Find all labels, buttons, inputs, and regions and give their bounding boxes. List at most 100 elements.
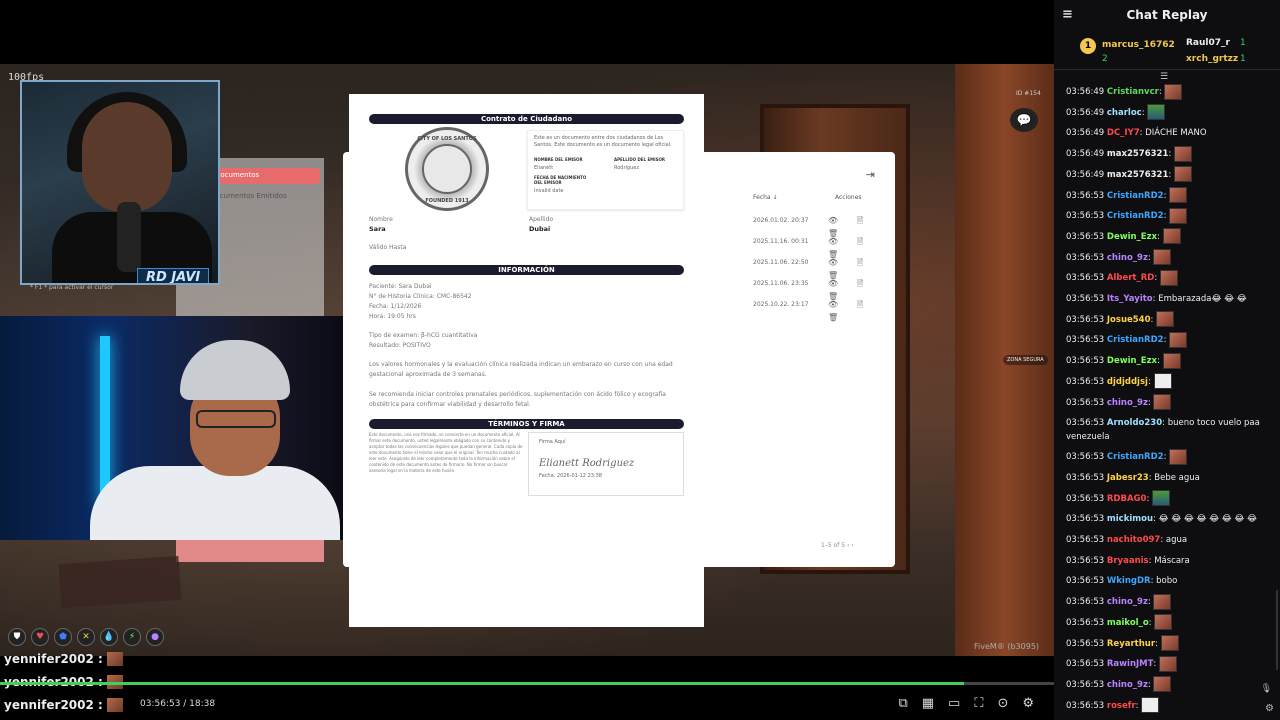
message-username[interactable]: maikol_o — [1107, 618, 1149, 628]
player-id-hud: ID #154 — [1016, 90, 1041, 97]
chapters-icon[interactable]: ⊙ — [997, 696, 1008, 711]
chat-message: 03:56:53 Dewin_Ezx: — [1054, 227, 1280, 248]
fullscreen-icon[interactable]: ⛶ — [974, 696, 983, 711]
emote-icon — [1153, 394, 1172, 411]
message-username[interactable]: Bryaanis — [1107, 556, 1149, 566]
video-progress-bar[interactable] — [0, 682, 1054, 685]
table-row[interactable]: 2026.01.02. 20:37 👁 🗎 🗑 — [751, 212, 881, 238]
message-username[interactable]: chino_9z — [1107, 398, 1148, 408]
message-username[interactable]: chino_9z — [1107, 680, 1148, 690]
clip-icon[interactable]: ▦ — [922, 696, 934, 711]
exam-info: Tipo de examen: β-hCG cuantitativa Resul… — [369, 331, 674, 351]
signature: Elianett Rodriguez — [539, 458, 635, 469]
leader-name[interactable]: marcus_16762 — [1102, 40, 1175, 50]
message-timestamp: 03:56:53 — [1066, 659, 1105, 670]
message-text: 😂 😂 😂 😂 😂 😂 😂 😂 — [1158, 514, 1257, 525]
chat-message: 03:56:53 rosefr: — [1054, 696, 1280, 717]
message-username[interactable]: max2576321 — [1107, 170, 1168, 180]
settings-gear-icon[interactable]: ⚙ — [1022, 696, 1034, 711]
message-username[interactable]: djdjddjsj — [1107, 377, 1148, 387]
emote-icon — [1156, 311, 1175, 328]
message-timestamp: 03:56:53 — [1066, 700, 1105, 711]
message-username[interactable]: nachito097 — [1107, 535, 1160, 545]
hunger-icon: ✕ — [77, 628, 95, 646]
chat-message: 03:56:53 Arnoldo230: bueno toco vuelo pa… — [1066, 418, 1260, 443]
signature-box[interactable]: Firma Aquí Elianett Rodriguez Fecha: 202… — [528, 432, 684, 496]
issuer-surname: Rodriguez — [614, 165, 639, 171]
name-label: Nombre — [369, 216, 393, 223]
message-username[interactable]: Dewin_Ezx — [1107, 232, 1157, 242]
message-username[interactable]: Arnoldo230 — [1107, 418, 1162, 428]
table-row[interactable]: 2025.10.22. 23:17 👁 🗎 🗑 — [751, 296, 881, 322]
message-timestamp: 03:56:53 — [1066, 335, 1105, 346]
message-timestamp: 03:56:53 — [1066, 514, 1105, 525]
message-username[interactable]: Josue540 — [1107, 315, 1151, 325]
message-username[interactable]: chino_9z — [1107, 253, 1148, 263]
led-strip — [100, 336, 110, 506]
message-username[interactable]: CristianRD2 — [1107, 452, 1164, 462]
mic-icon[interactable]: 🎙 — [1261, 684, 1272, 694]
thirst-icon: 💧 — [100, 628, 118, 646]
leader-name[interactable]: xrch_grtzz — [1186, 54, 1238, 64]
exam-line: Resultado: POSITIVO — [369, 342, 431, 349]
message-username[interactable]: CristianRD2 — [1107, 335, 1164, 345]
message-timestamp: 03:56:53 — [1066, 294, 1105, 305]
chat-message: 03:56:49 DC_IY7: DIÁCHE MANO — [1066, 128, 1207, 139]
message-timestamp: 03:56:53 — [1066, 273, 1105, 284]
message-username[interactable]: mickimou — [1107, 514, 1153, 524]
settings-icon[interactable]: ⚙ — [1265, 703, 1274, 714]
leader-name[interactable]: Raul07_r — [1186, 38, 1230, 48]
chat-message: 03:56:53 chino_9z: — [1054, 248, 1280, 269]
message-username[interactable]: RDBAG0 — [1107, 494, 1147, 504]
video-stage[interactable]: 100fps Documentos Documentos Emitidos RD… — [0, 0, 1054, 720]
message-username[interactable]: Jabesr23 — [1107, 473, 1149, 483]
emote-icon — [1153, 593, 1172, 610]
message-username[interactable]: chino_9z — [1107, 597, 1148, 607]
collapse-menu-icon[interactable]: ≡ — [1062, 0, 1073, 30]
col-header-date[interactable]: Fecha ↓ — [753, 194, 778, 201]
table-row[interactable]: 2025.11.06. 22:50 👁 🗎 🗑 — [751, 254, 881, 280]
chat-scrollbar[interactable] — [1276, 590, 1278, 670]
message-username[interactable]: RawinJMT — [1107, 659, 1154, 669]
message-username[interactable]: max2576321 — [1107, 149, 1168, 159]
message-username[interactable]: Cristianvcr — [1107, 87, 1159, 97]
issuer-name-label: NOMBRE DEL EMISOR — [534, 157, 583, 162]
seal-center — [422, 144, 472, 194]
filter-icon[interactable]: ☰ — [1160, 72, 1168, 82]
row-actions-icons[interactable]: 👁 🗎 🗑 — [828, 299, 881, 322]
message-username[interactable]: Albert_RD — [1107, 273, 1154, 283]
message-text: Bebe agua — [1154, 472, 1200, 483]
streamer-tag: RD JAVI — [137, 268, 210, 283]
message-username[interactable]: CristianRD2 — [1107, 211, 1164, 221]
city-seal-icon: CITY OF LOS SANTOS FOUNDED 1913 — [405, 127, 489, 211]
chat-bubble-icon[interactable]: 💬 — [1010, 108, 1038, 132]
message-username[interactable]: rosefr — [1107, 701, 1136, 711]
message-username[interactable]: Reyarthur — [1107, 639, 1155, 649]
message-timestamp: 03:56:49 — [1066, 169, 1105, 180]
chat-message: 03:56:53 RDBAG0: — [1054, 489, 1280, 510]
pagination[interactable]: 1–5 of 5 ‹ › — [821, 542, 854, 549]
emote-icon — [1153, 249, 1172, 266]
leader-count: 2 — [1102, 54, 1108, 64]
table-row[interactable]: 2025.11.06. 23:35 👁 🗎 🗑 — [751, 275, 881, 301]
chat-message: 03:56:53 Reyarthur: — [1054, 634, 1280, 655]
message-username[interactable]: Dewin_Ezx — [1107, 356, 1157, 366]
theater-icon[interactable]: ▭ — [948, 696, 960, 711]
issuer-birth-label: FECHA DE NACIMIENTO DEL EMISOR — [534, 175, 587, 185]
message-username[interactable]: charloc — [1107, 108, 1142, 118]
message-timestamp: 03:56:53 — [1066, 252, 1105, 263]
message-timestamp: 03:56:53 — [1066, 397, 1105, 408]
emote-icon — [1164, 83, 1183, 100]
exam-line: Tipo de examen: β-hCG cuantitativa — [369, 332, 478, 339]
message-username[interactable]: Its_Yayito — [1107, 294, 1153, 304]
table-row[interactable]: 2025.11.16. 00:31 👁 🗎 🗑 — [751, 233, 881, 259]
message-username[interactable]: CristianRD2 — [1107, 191, 1164, 201]
emote-icon — [1153, 676, 1172, 693]
message-timestamp: 03:56:49 — [1066, 87, 1105, 97]
exit-icon[interactable]: ⇥ — [866, 168, 875, 181]
message-username[interactable]: DC_IY7 — [1107, 128, 1140, 138]
emote-icon — [1173, 145, 1192, 162]
message-username[interactable]: WkingDR — [1107, 576, 1151, 586]
pip-icon[interactable]: ⧉ — [898, 696, 907, 711]
emote-icon — [1169, 207, 1188, 224]
